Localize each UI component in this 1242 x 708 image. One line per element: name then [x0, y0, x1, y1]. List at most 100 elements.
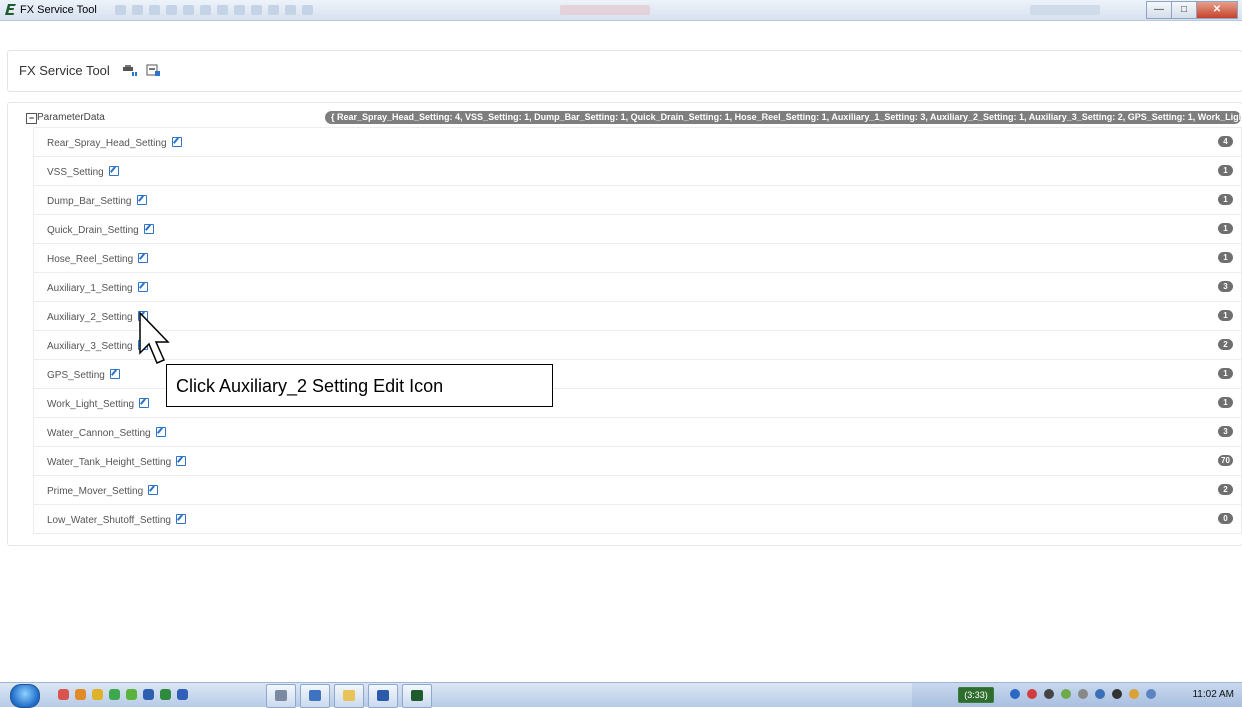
parameter-name: Low_Water_Shutoff_Setting: [47, 515, 171, 526]
minimize-button[interactable]: —: [1146, 1, 1172, 19]
toolbar-icon[interactable]: [200, 5, 211, 15]
edit-icon[interactable]: [175, 514, 186, 524]
value-badge: 2: [1218, 339, 1233, 350]
mouse-pointer-icon: [139, 311, 170, 364]
flag-icon[interactable]: [1095, 689, 1105, 699]
parameter-label: Dump_Bar_Setting: [47, 195, 147, 207]
parameter-name: Dump_Bar_Setting: [47, 196, 132, 207]
toolbar-icon[interactable]: [183, 5, 194, 15]
tray-icon[interactable]: [1010, 689, 1020, 699]
parameter-label: Water_Cannon_Setting: [47, 427, 166, 439]
parameter-name: Work_Light_Setting: [47, 399, 135, 410]
toolbar-icon[interactable]: [132, 5, 143, 15]
parameter-row: Auxiliary_2_Setting 1: [33, 302, 1242, 331]
edit-icon[interactable]: [143, 224, 154, 234]
parameter-label: Low_Water_Shutoff_Setting: [47, 514, 186, 526]
maximize-button[interactable]: □: [1171, 1, 1197, 19]
taskbar: (3:33) 11:02 AM: [0, 682, 1242, 708]
app-icon[interactable]: [75, 689, 86, 700]
network-icon[interactable]: [1129, 689, 1139, 699]
parameter-row: Low_Water_Shutoff_Setting 0: [33, 505, 1242, 534]
tray-icon[interactable]: [1061, 689, 1071, 699]
collapse-icon[interactable]: −: [26, 113, 37, 124]
parameter-label: Auxiliary_1_Setting: [47, 282, 148, 294]
value-badge: 3: [1218, 426, 1233, 437]
battery-indicator[interactable]: (3:33): [958, 687, 994, 703]
parameter-name: Hose_Reel_Setting: [47, 254, 134, 265]
value-badge: 1: [1218, 223, 1233, 234]
edit-icon[interactable]: [155, 427, 166, 437]
parameter-label: Water_Tank_Height_Setting: [47, 456, 187, 468]
taskbar-app-button[interactable]: [368, 684, 398, 708]
device-icon[interactable]: [122, 64, 137, 77]
parameter-name: Auxiliary_1_Setting: [47, 283, 133, 294]
parameter-label: Hose_Reel_Setting: [47, 253, 149, 265]
parameter-panel: − ParameterData { Rear_Spray_Head_Settin…: [7, 102, 1242, 546]
value-badge: 1: [1218, 165, 1233, 176]
parameter-label: Auxiliary_3_Setting: [47, 340, 148, 352]
parameter-label: VSS_Setting: [47, 166, 119, 178]
toolbar-icon[interactable]: [217, 5, 228, 15]
parameter-label: Auxiliary_2_Setting: [47, 311, 148, 323]
edit-icon[interactable]: [138, 253, 149, 263]
toolbar-icon[interactable]: [251, 5, 262, 15]
edit-icon[interactable]: [137, 282, 148, 292]
edit-icon[interactable]: [176, 456, 187, 466]
start-button[interactable]: [10, 684, 40, 708]
toolbar-icon[interactable]: [166, 5, 177, 15]
parameter-label: Quick_Drain_Setting: [47, 224, 154, 236]
app-icon[interactable]: [109, 689, 120, 700]
toolbar-icon[interactable]: [115, 5, 126, 15]
toolbar-icon[interactable]: [234, 5, 245, 15]
parameter-name: Water_Cannon_Setting: [47, 428, 151, 439]
parameter-name: Quick_Drain_Setting: [47, 225, 139, 236]
edit-icon[interactable]: [108, 166, 119, 176]
tray-icon[interactable]: [1044, 689, 1054, 699]
taskbar-app-button[interactable]: [266, 684, 296, 708]
value-badge: 4: [1218, 136, 1233, 147]
instruction-text: Click Auxiliary_2 Setting Edit Icon: [176, 376, 444, 396]
parameter-label: Work_Light_Setting: [47, 398, 150, 410]
value-badge: 1: [1218, 252, 1233, 263]
app-icon[interactable]: [160, 689, 171, 700]
parameter-name: Rear_Spray_Head_Setting: [47, 138, 167, 149]
taskbar-app-button[interactable]: [300, 684, 330, 708]
parameter-row: Quick_Drain_Setting 1: [33, 215, 1242, 244]
edit-icon[interactable]: [139, 398, 150, 408]
toolbar-icon[interactable]: [149, 5, 160, 15]
edit-icon[interactable]: [148, 485, 159, 495]
clock[interactable]: 11:02 AM: [1192, 689, 1234, 700]
toolbar-icon[interactable]: [268, 5, 279, 15]
value-badge: 1: [1218, 368, 1233, 379]
volume-icon[interactable]: [1146, 689, 1156, 699]
app-icon[interactable]: [58, 689, 69, 700]
close-button[interactable]: ✕: [1196, 1, 1238, 19]
parameter-row: VSS_Setting 1: [33, 157, 1242, 186]
taskbar-app-button[interactable]: [334, 684, 364, 708]
parameter-label: Prime_Mover_Setting: [47, 485, 159, 497]
parameter-row: Auxiliary_1_Setting 3: [33, 273, 1242, 302]
parameter-row: Auxiliary_3_Setting 2: [33, 331, 1242, 360]
app-icon[interactable]: [177, 689, 188, 700]
tray-icon[interactable]: [1078, 689, 1088, 699]
app-header: FX Service Tool: [7, 50, 1242, 92]
edit-icon[interactable]: [171, 137, 182, 147]
tray-icon[interactable]: [1027, 689, 1037, 699]
quick-launch: [58, 689, 188, 700]
parameter-name: Auxiliary_3_Setting: [47, 341, 133, 352]
value-badge: 1: [1218, 194, 1233, 205]
app-icon[interactable]: [126, 689, 137, 700]
edit-icon[interactable]: [109, 369, 120, 379]
tree-root: − ParameterData { Rear_Spray_Head_Settin…: [8, 111, 1242, 125]
app-icon[interactable]: [92, 689, 103, 700]
toolbar-icon[interactable]: [285, 5, 296, 15]
app-icon[interactable]: [143, 689, 154, 700]
parameter-name: Prime_Mover_Setting: [47, 486, 144, 497]
value-badge: 1: [1218, 310, 1233, 321]
taskbar-app-button[interactable]: [402, 684, 432, 708]
export-icon[interactable]: [146, 64, 161, 77]
instruction-callout: Click Auxiliary_2 Setting Edit Icon: [166, 364, 553, 407]
toolbar-icon[interactable]: [302, 5, 313, 15]
battery-icon[interactable]: [1112, 689, 1122, 699]
edit-icon[interactable]: [136, 195, 147, 205]
